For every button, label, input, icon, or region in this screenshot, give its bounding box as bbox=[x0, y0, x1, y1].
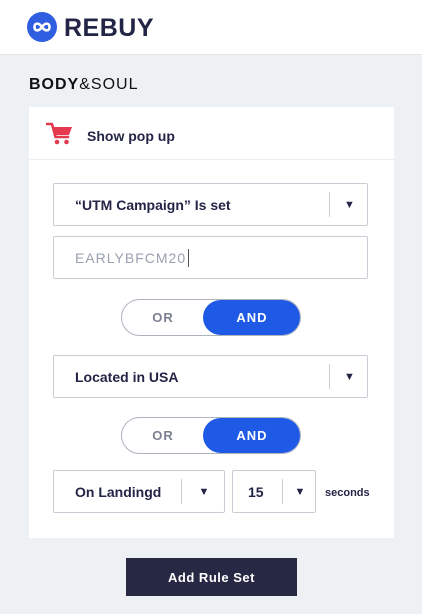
condition-select-location-value: Located in USA bbox=[75, 368, 179, 385]
infinity-icon bbox=[27, 12, 57, 42]
condition-select-utm[interactable]: “UTM Campaign” Is set ▼ bbox=[53, 183, 368, 226]
chevron-down-icon[interactable]: ▼ bbox=[330, 184, 369, 225]
trigger-select[interactable]: On Landingd ▼ bbox=[53, 470, 225, 513]
toggle-1-or-option[interactable]: OR bbox=[122, 300, 204, 335]
toggle-2-or-option[interactable]: OR bbox=[122, 418, 204, 453]
chevron-down-icon[interactable]: ▼ bbox=[283, 471, 317, 512]
store-brand-rest: &SOUL bbox=[79, 76, 139, 93]
delay-unit-label: seconds bbox=[325, 487, 370, 499]
chevron-down-icon[interactable]: ▼ bbox=[182, 471, 226, 512]
rule-set-card: Show pop up “UTM Campaign” Is set ▼ EARL… bbox=[29, 107, 394, 538]
text-caret bbox=[188, 248, 190, 267]
utm-value-text: EARLYBFCM20 bbox=[75, 249, 187, 266]
trigger-select-value: On Landingd bbox=[75, 483, 162, 500]
app-logo-text: REBUY bbox=[64, 14, 155, 42]
card-title: Show pop up bbox=[87, 128, 175, 144]
store-brand: BODY&SOUL bbox=[29, 75, 138, 95]
store-brand-bold: BODY bbox=[29, 76, 80, 93]
card-header: Show pop up bbox=[29, 107, 394, 160]
shopping-cart-icon bbox=[46, 122, 72, 145]
toggle-2-and-option[interactable]: AND bbox=[203, 418, 300, 453]
top-bar: REBUY bbox=[0, 0, 422, 55]
toggle-1-and-option[interactable]: AND bbox=[203, 300, 300, 335]
logic-toggle-1[interactable]: OR AND bbox=[121, 299, 301, 336]
delay-select[interactable]: 15 ▼ bbox=[232, 470, 316, 513]
chevron-down-icon[interactable]: ▼ bbox=[330, 356, 369, 397]
utm-value-input[interactable]: EARLYBFCM20 bbox=[53, 236, 368, 279]
condition-select-utm-value: “UTM Campaign” Is set bbox=[75, 196, 231, 213]
condition-select-location[interactable]: Located in USA ▼ bbox=[53, 355, 368, 398]
logic-toggle-2[interactable]: OR AND bbox=[121, 417, 301, 454]
delay-select-value: 15 bbox=[248, 483, 264, 500]
add-rule-set-button[interactable]: Add Rule Set bbox=[126, 558, 297, 596]
